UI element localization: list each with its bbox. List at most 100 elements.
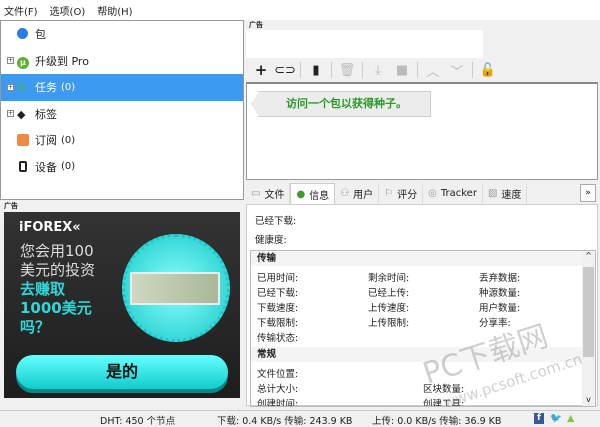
plus-icon: + (254, 61, 268, 79)
info-details: 传输 已用时间: 剩余时间: 丢弃数据: 已经下载: 已经上传: 种源数量: 下载速度: 上传… (250, 250, 596, 407)
info-field: 总计大小: (257, 384, 299, 395)
sidebar-item-count: (0) (61, 134, 76, 146)
info-field: 用户数量: (479, 303, 521, 314)
info-field: 分享率: (479, 318, 511, 329)
info-field (479, 330, 590, 343)
torrent-list[interactable]: 访问一个包以获得种子。 (246, 82, 598, 180)
sidebar-item-1[interactable]: + µ 升级到 Pro (1, 48, 243, 75)
unlock-button[interactable]: 🔓 (479, 61, 497, 79)
tab-files[interactable]: ▭ 文件 (246, 183, 291, 204)
info-field: 传输状态: (257, 333, 299, 344)
utorrent-logo-icon: µ (17, 55, 29, 69)
folder-icon: ▭ (251, 188, 261, 199)
top-ad-area[interactable] (246, 30, 483, 58)
top-ad-label: 广告 (249, 21, 263, 29)
facebook-icon[interactable]: f (534, 413, 544, 424)
create-torrent-button[interactable]: ▮ (307, 61, 325, 79)
info-field: 创建时间: (257, 399, 299, 407)
bundle-hint[interactable]: 访问一个包以获得种子。 (251, 91, 431, 117)
chevron-down-icon: ﹀ (450, 64, 464, 80)
sidebar-item-label: 标签 (35, 107, 57, 121)
remove-button[interactable]: 🗑 (338, 61, 356, 79)
info-field: 下载限制: (257, 318, 299, 329)
unlock-icon: 🔓 (479, 62, 497, 78)
menu-file[interactable]: 文件(F) (4, 3, 38, 18)
tab-trackers[interactable]: ◎ Tracker (423, 183, 483, 204)
ad-logo: iFOREX« (19, 220, 81, 235)
info-field: 已经上传: (368, 288, 410, 299)
info-scrollbar[interactable]: ^ v (582, 251, 595, 406)
add-url-button[interactable]: ⊂⊃ (274, 61, 296, 79)
info-field: 丢弃数据: (479, 273, 521, 284)
menu-help[interactable]: 帮助(H) (97, 3, 132, 18)
info-field: 已经下载: (257, 288, 299, 299)
status-bar: DHT: 450 个节点 下载: 0.4 KB/s 传输: 243.9 KB 上… (0, 410, 600, 427)
sidebar-item-label: 任务 (35, 81, 57, 95)
more-tabs-button[interactable]: » (580, 184, 596, 202)
add-torrent-button[interactable]: + (252, 61, 270, 79)
general-header: 常规 (251, 347, 595, 362)
upload-status[interactable]: 上传: 0.0 KB/s 传输: 36.9 KB (372, 413, 501, 427)
chevron-up-icon: ︿ (426, 64, 440, 80)
download-status[interactable]: 下载: 0.4 KB/s 传输: 243.9 KB (217, 413, 352, 427)
start-button[interactable]: ⤓ (369, 61, 387, 79)
rating-icon: ⚐ (384, 188, 394, 199)
sidebar-item-label: 订阅 (35, 134, 57, 148)
ad-label: 广告 (4, 202, 18, 210)
stop-icon: ■ (395, 62, 409, 78)
sidebar-item-count: (0) (61, 81, 76, 93)
torrents-icon: ⇅ (17, 81, 27, 95)
transfer-grid: 已用时间: 剩余时间: 丢弃数据: 已经下载: 已经上传: 种源数量: 下载速度: 上传速度:… (251, 266, 595, 347)
expand-icon[interactable]: + (7, 110, 14, 118)
sidebar-item-label: 升级到 Pro (35, 54, 89, 68)
download-icon: ⤓ (375, 62, 381, 78)
info-field: 下载速度: (257, 303, 299, 314)
users-icon: ⚇ (340, 188, 350, 199)
sidebar-item-5[interactable]: 设备 (0) (1, 154, 243, 181)
menu-options[interactable]: 选项(O) (50, 3, 86, 18)
menu-bar: 文件(F) 选项(O) 帮助(H) (0, 0, 600, 20)
bundle-icon (17, 28, 29, 40)
tab-info[interactable]: ● 信息 (290, 183, 336, 204)
transfer-header: 传输 (251, 251, 595, 266)
link-icon: ⊂⊃ (274, 62, 296, 78)
ad-yes-button[interactable]: 是的 (16, 355, 228, 389)
tracker-icon: ◎ (428, 188, 437, 199)
trash-icon: 🗑 (338, 62, 356, 78)
dht-status[interactable]: DHT: 450 个节点 (100, 413, 175, 427)
info-field: 文件位置: (257, 369, 299, 380)
sidebar-item-0[interactable]: 包 (1, 21, 243, 48)
info-field: 上传限制: (368, 318, 410, 329)
ad-banner[interactable]: iFOREX« 您会用100 美元的投资 去赚取 1000美元 吗？ 是的 (4, 212, 240, 398)
tab-speed[interactable]: ▨ 速度 (482, 183, 528, 204)
tab-peers[interactable]: ⚇ 用户 (335, 183, 380, 204)
file-icon: ▮ (312, 62, 320, 78)
info-icon: ● (296, 188, 306, 200)
info-field: 种源数量: (479, 288, 521, 299)
twitter-icon[interactable]: 🐦 (550, 413, 562, 424)
rss-icon (17, 134, 29, 147)
sidebar-tree: 包 + µ 升级到 Pro + ⇅ 任务 (0) + ◆ 标签 订阅 (0) 设备 (0) (0, 20, 244, 200)
info-field (368, 330, 479, 343)
chart-icon: ▨ (487, 188, 498, 199)
move-down-button[interactable]: ﹀ (448, 61, 466, 80)
downloaded-label: 已经下载: (255, 216, 297, 227)
move-up-button[interactable]: ︿ (424, 61, 442, 80)
sidebar-item-2[interactable]: + ⇅ 任务 (0) (1, 74, 243, 101)
health-label: 健康度: (255, 235, 287, 246)
tab-ratings[interactable]: ⚐ 评分 (379, 183, 424, 204)
dollar-bill-image (130, 272, 220, 305)
toolbar: + ⊂⊃ ▮ 🗑 ⤓ ■ ︿ ﹀ 🔓 (246, 58, 600, 82)
scrollbar-thumb[interactable] (583, 267, 594, 357)
detail-tabs: ▭ 文件 ● 信息 ⚇ 用户 ⚐ 评分 ◎ Tracker ▨ 速度 » (246, 183, 600, 204)
stop-button[interactable]: ■ (393, 61, 411, 79)
sidebar-item-count: (0) (61, 161, 76, 173)
info-field: 剩余时间: (368, 273, 410, 284)
expand-icon[interactable]: + (7, 83, 14, 91)
tag-icon: ◆ (17, 107, 26, 121)
expand-icon[interactable]: + (7, 57, 14, 65)
android-icon[interactable]: ▲ (567, 413, 574, 424)
sidebar-item-4[interactable]: 订阅 (0) (1, 127, 243, 154)
sidebar-item-3[interactable]: + ◆ 标签 (1, 101, 243, 128)
ad-highlight-text: 去赚取 1000美元 吗？ (20, 280, 92, 336)
